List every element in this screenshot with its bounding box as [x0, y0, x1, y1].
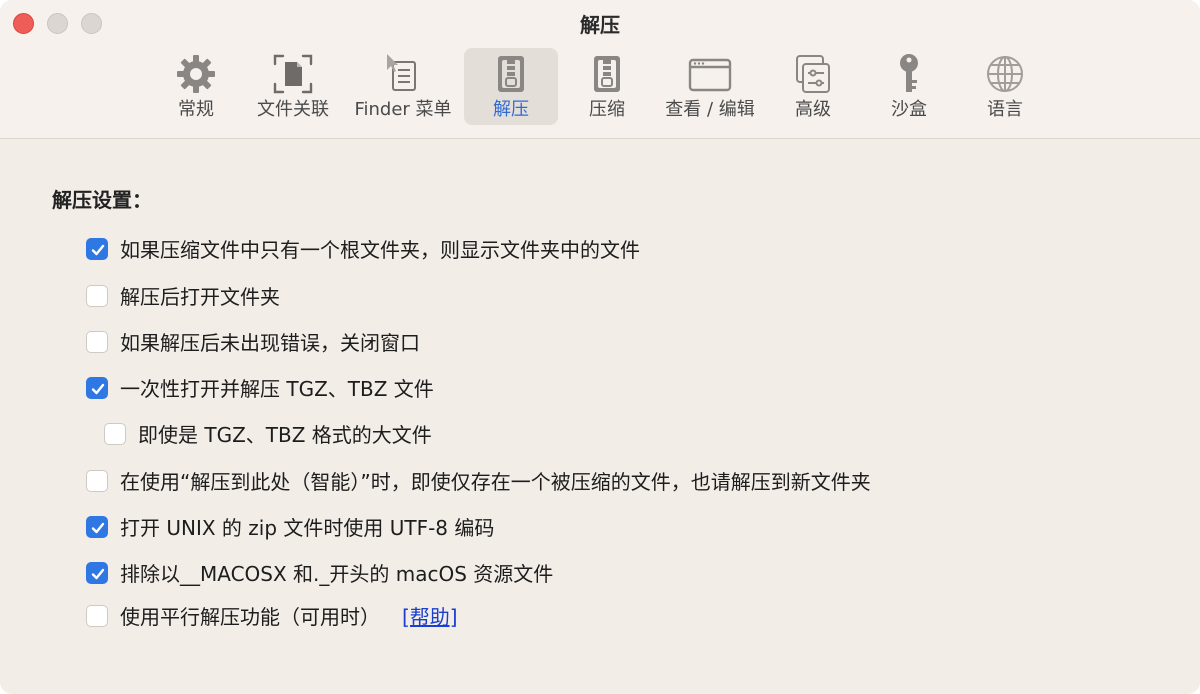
tab-extract-label: 解压 — [493, 99, 529, 120]
tab-language[interactable]: 语言 — [958, 48, 1052, 125]
preferences-toolbar: 常规 文件关联 Finder 菜单 解压 压缩 查看 / 编辑 高级 沙盒 语言 — [0, 48, 1200, 128]
checkbox-smart-extract-new-folder[interactable] — [86, 470, 108, 492]
checkbox-large-tgz-tbz[interactable] — [104, 423, 126, 445]
checkbox-exclude-macos-resources[interactable] — [86, 562, 108, 584]
option-label: 即使是 TGZ、TBZ 格式的大文件 — [138, 423, 432, 447]
help-link[interactable]: [帮助] — [402, 605, 458, 629]
extract-zip-icon — [498, 56, 524, 92]
option-label: 在使用“解压到此处（智能）”时，即使仅存在一个被压缩的文件，也请解压到新文件夹 — [120, 470, 871, 494]
finder-menu-icon — [387, 54, 416, 91]
file-association-icon — [273, 54, 313, 94]
tab-extract[interactable]: 解压 — [464, 48, 558, 125]
option-label: 排除以__MACOSX 和._开头的 macOS 资源文件 — [120, 562, 554, 586]
checkbox-open-folder-after-extract[interactable] — [86, 285, 108, 307]
window-title: 解压 — [580, 13, 620, 37]
option-label-row: 使用平行解压功能（可用时） [帮助] — [120, 603, 458, 631]
tab-finder-menu[interactable]: Finder 菜单 — [348, 48, 458, 125]
globe-icon — [987, 56, 1023, 92]
checkbox-parallel-extract[interactable] — [86, 605, 108, 627]
tab-view-edit[interactable]: 查看 / 编辑 — [660, 48, 760, 125]
option-label: 如果解压后未出现错误，关闭窗口 — [120, 331, 420, 355]
tab-general-label: 常规 — [178, 99, 214, 120]
title-bar: 解压 常规 文件关联 Finder 菜单 解压 压缩 查看 / 编辑 高级 沙盒… — [0, 0, 1200, 139]
tab-compress-label: 压缩 — [589, 99, 625, 120]
tab-advanced[interactable]: 高级 — [766, 48, 860, 125]
extract-settings-title: 解压设置： — [52, 188, 152, 212]
option-label: 解压后打开文件夹 — [120, 285, 280, 309]
gear-icon — [177, 55, 215, 93]
checkmark-icon — [91, 522, 105, 534]
option-label: 打开 UNIX 的 zip 文件时使用 UTF-8 编码 — [120, 516, 495, 540]
tab-file-association[interactable]: 文件关联 — [246, 48, 340, 125]
tab-file-association-label: 文件关联 — [257, 99, 329, 120]
tab-general[interactable]: 常规 — [150, 48, 242, 125]
checkmark-icon — [91, 568, 105, 580]
tab-compress[interactable]: 压缩 — [560, 48, 654, 125]
option-label: 一次性打开并解压 TGZ、TBZ 文件 — [120, 377, 434, 401]
advanced-sliders-icon — [796, 55, 830, 93]
view-edit-window-icon — [688, 58, 732, 92]
tab-finder-menu-label: Finder 菜单 — [354, 99, 452, 120]
checkbox-open-extract-tgz-tbz[interactable] — [86, 377, 108, 399]
tab-advanced-label: 高级 — [795, 99, 831, 120]
option-label: 使用平行解压功能（可用时） — [120, 605, 380, 629]
tab-sandbox-label: 沙盒 — [891, 99, 927, 120]
key-icon — [900, 54, 918, 92]
checkmark-icon — [91, 244, 105, 256]
checkbox-close-window-if-no-errors[interactable] — [86, 331, 108, 353]
preferences-window: 解压 常规 文件关联 Finder 菜单 解压 压缩 查看 / 编辑 高级 沙盒… — [0, 0, 1200, 694]
option-label: 如果压缩文件中只有一个根文件夹，则显示文件夹中的文件 — [120, 238, 640, 262]
compress-zip-icon — [594, 56, 620, 92]
tab-language-label: 语言 — [987, 99, 1023, 120]
tab-view-edit-label: 查看 / 编辑 — [665, 99, 755, 120]
checkbox-unix-zip-utf8[interactable] — [86, 516, 108, 538]
tab-sandbox[interactable]: 沙盒 — [862, 48, 956, 125]
checkbox-show-root-folder-contents[interactable] — [86, 238, 108, 260]
checkmark-icon — [91, 383, 105, 395]
